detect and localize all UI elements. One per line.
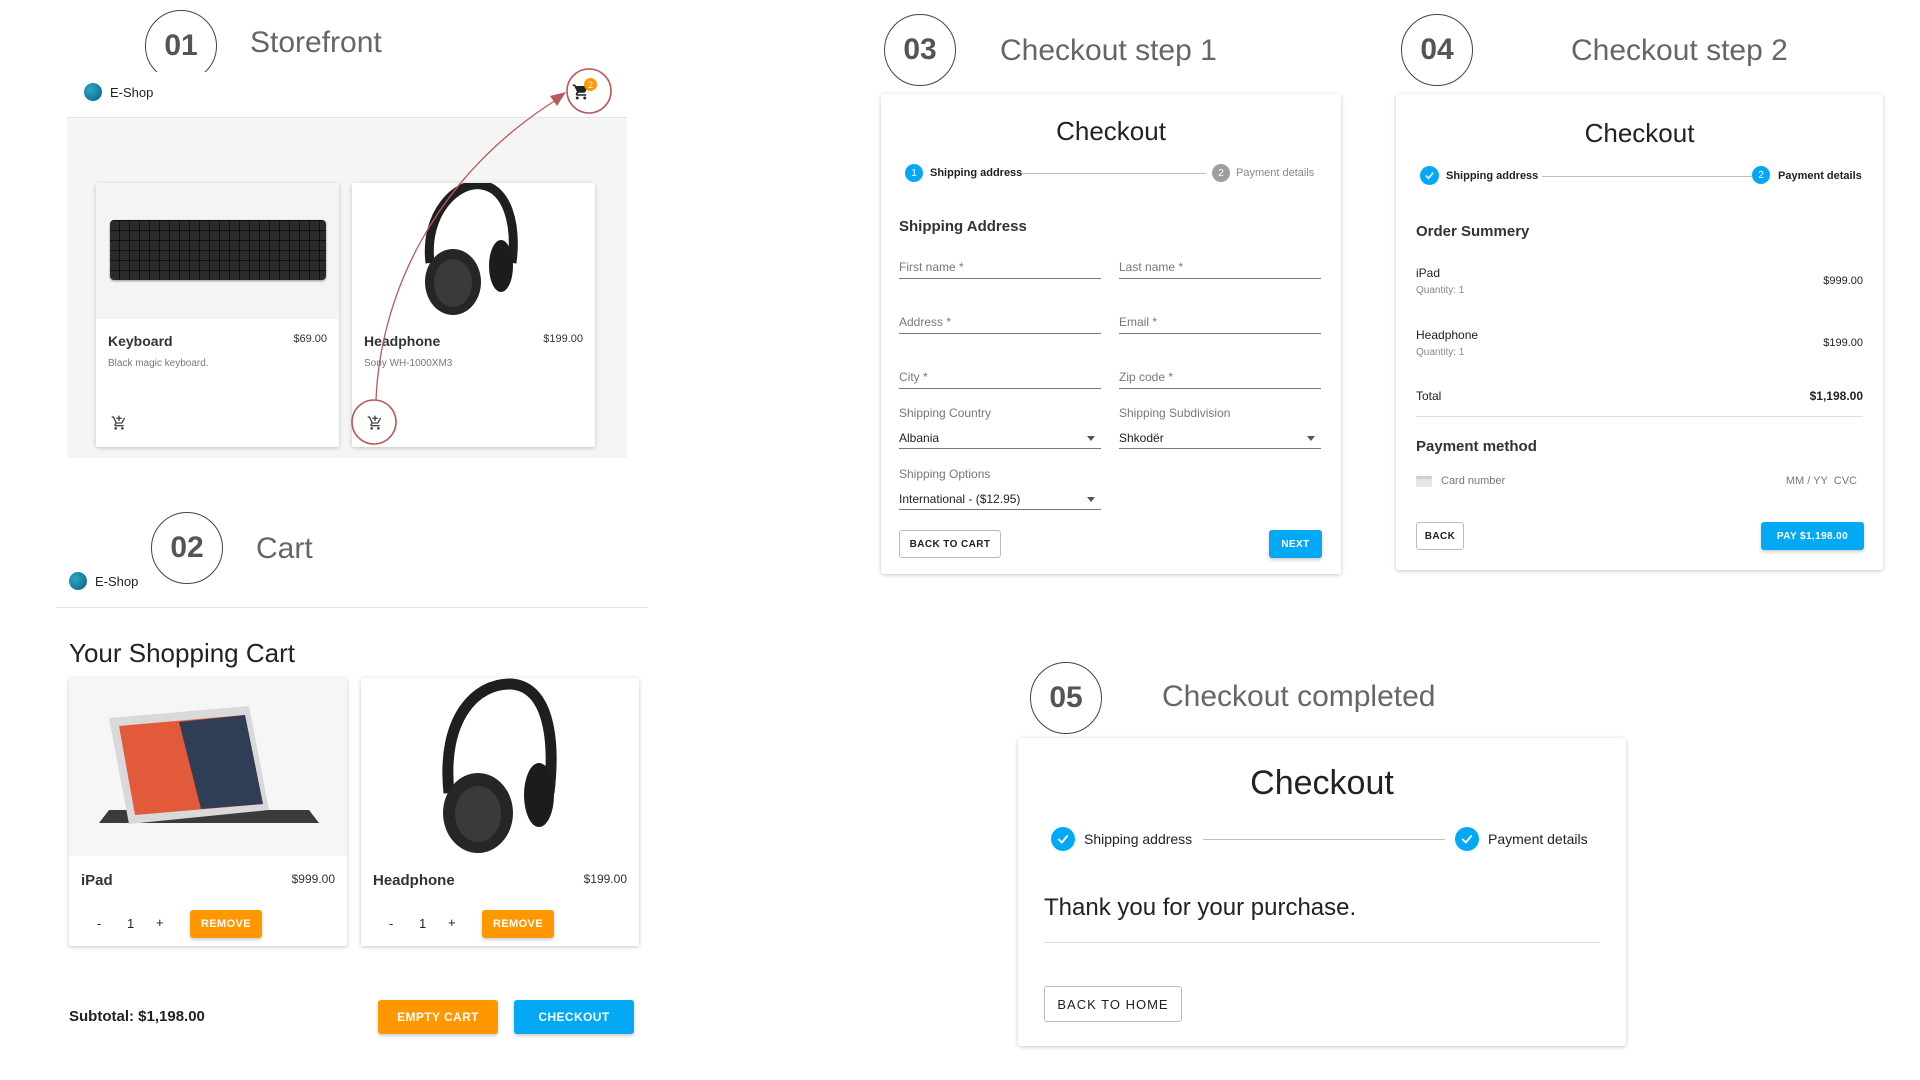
shipping-country-label: Shipping Country: [899, 406, 992, 420]
next-button[interactable]: NEXT: [1269, 530, 1322, 558]
cart-item-price: $999.00: [291, 872, 335, 886]
stepper-step-1-icon: 1: [905, 164, 923, 182]
card-number-input[interactable]: Card number: [1441, 475, 1505, 487]
shipping-country-underline: [899, 448, 1101, 449]
stepper-step-1-label: Shipping address: [1084, 831, 1193, 847]
increase-qty-button[interactable]: +: [156, 915, 164, 930]
order-item-quantity: Quantity: 1: [1416, 347, 1465, 358]
stepper-step-1-label: Shipping address: [1446, 170, 1539, 182]
first-name-underline: [899, 278, 1101, 279]
checkout-title: Checkout: [1250, 764, 1394, 802]
shipping-options-underline: [899, 509, 1101, 510]
remove-button[interactable]: REMOVE: [190, 910, 262, 938]
order-total-value: $1,198.00: [1809, 389, 1863, 403]
step-number-03: 03: [884, 14, 956, 86]
cart-item-image-headphone: [361, 678, 639, 856]
chevron-down-icon: [1087, 497, 1095, 502]
stepper-step-2-label: Payment details: [1778, 170, 1862, 182]
chevron-down-icon: [1087, 436, 1095, 441]
summary-divider: [1416, 416, 1863, 417]
payment-method-heading: Payment method: [1416, 438, 1537, 455]
step-number-05: 05: [1030, 662, 1102, 734]
stepper-step-2-icon: 2: [1752, 166, 1770, 184]
cart-item-card: Headphone $199.00 - 1 + REMOVE: [361, 678, 639, 946]
last-name-field[interactable]: Last name *: [1119, 260, 1183, 274]
order-item-name: Headphone: [1416, 328, 1479, 342]
checkout-complete-panel: Checkout Shipping address Payment detail…: [1018, 738, 1626, 1046]
pay-button[interactable]: PAY $1,198.00: [1761, 522, 1864, 550]
back-to-home-button[interactable]: BACK TO HOME: [1044, 986, 1182, 1022]
stepper-connector: [1022, 173, 1206, 174]
first-name-field[interactable]: First name *: [899, 260, 964, 274]
address-field[interactable]: Address *: [899, 315, 951, 329]
section-heading: Shipping Address: [899, 218, 1027, 235]
stepper-step-1-check-icon: [1051, 827, 1075, 851]
stepper-step-2-icon: 2: [1212, 164, 1230, 182]
order-item-price: $199.00: [1823, 337, 1863, 349]
order-item-name: iPad: [1416, 266, 1441, 280]
order-total-label: Total: [1416, 389, 1442, 403]
shipping-subdivision-label: Shipping Subdivision: [1119, 406, 1231, 420]
email-underline: [1119, 333, 1321, 334]
increase-qty-button[interactable]: +: [448, 915, 456, 930]
checkout-title: Checkout: [1056, 116, 1166, 146]
zip-code-field[interactable]: Zip code *: [1119, 370, 1173, 384]
stepper-connector: [1542, 176, 1756, 177]
shipping-options-select[interactable]: International - ($12.95): [899, 492, 1020, 506]
stepper-step-1-check-icon: [1420, 166, 1439, 185]
step-title-checkout-step-1: Checkout step 1: [1000, 34, 1217, 67]
step-title-checkout-step-2: Checkout step 2: [1571, 34, 1788, 67]
card-icon: [1416, 476, 1432, 487]
checkout-step1-panel: Checkout 1 Shipping address 2 Payment de…: [881, 94, 1341, 574]
address-underline: [899, 333, 1101, 334]
brand-name: E-Shop: [95, 573, 139, 589]
back-button[interactable]: BACK: [1416, 522, 1464, 550]
quantity-value: 1: [127, 916, 135, 931]
stepper-step-2-check-icon: [1455, 827, 1479, 851]
checkout-button[interactable]: CHECKOUT: [514, 1000, 634, 1034]
step-title-checkout-completed: Checkout completed: [1162, 680, 1436, 713]
brand-logo-icon: [69, 572, 87, 590]
step-number-04: 04: [1401, 14, 1473, 86]
quantity-value: 1: [419, 916, 427, 931]
city-field[interactable]: City *: [899, 370, 928, 384]
stepper-step-2-label: Payment details: [1236, 167, 1315, 179]
brand[interactable]: E-Shop: [69, 572, 138, 590]
email-field[interactable]: Email *: [1119, 315, 1157, 329]
annotation-arrow: [351, 68, 612, 445]
zip-code-underline: [1119, 388, 1321, 389]
subtotal: Subtotal: $1,198.00: [69, 1008, 205, 1025]
checkout-title: Checkout: [1584, 118, 1695, 148]
remove-button[interactable]: REMOVE: [482, 910, 554, 938]
stepper-step-2-label: Payment details: [1488, 831, 1588, 847]
stepper-step-1-label: Shipping address: [930, 167, 1023, 179]
cart-heading: Your Shopping Cart: [69, 638, 295, 668]
order-item-price: $999.00: [1823, 275, 1863, 287]
back-to-cart-button[interactable]: BACK TO CART: [899, 530, 1001, 558]
city-underline: [899, 388, 1101, 389]
cart-appbar: E-Shop: [56, 560, 648, 608]
cart-item-name: iPad: [81, 872, 113, 889]
checkout-step2-panel: Checkout Shipping address 2 Payment deta…: [1396, 94, 1883, 570]
decrease-qty-button[interactable]: -: [389, 916, 393, 931]
cart-item-image-ipad: [69, 678, 347, 856]
cart-item-card: iPad $999.00 - 1 + REMOVE: [69, 678, 347, 946]
empty-cart-button[interactable]: EMPTY CART: [378, 1000, 498, 1034]
shipping-options-label: Shipping Options: [899, 467, 991, 481]
thank-you-message: Thank you for your purchase.: [1044, 894, 1357, 921]
chevron-down-icon: [1307, 436, 1315, 441]
stepper-connector: [1203, 839, 1445, 840]
order-item-quantity: Quantity: 1: [1416, 285, 1465, 296]
shipping-subdivision-select[interactable]: Shkodër: [1119, 431, 1164, 445]
message-divider: [1044, 942, 1600, 943]
shipping-subdivision-underline: [1119, 448, 1321, 449]
card-expiry-cvc-input[interactable]: MM / YY CVC: [1786, 475, 1857, 487]
cart-item-name: Headphone: [373, 872, 455, 889]
last-name-underline: [1119, 278, 1321, 279]
shipping-country-select[interactable]: Albania: [899, 431, 939, 445]
cart-screen: E-Shop Your Shopping Cart iPad $999.00 -…: [56, 560, 648, 1050]
order-summary-heading: Order Summery: [1416, 223, 1530, 240]
cart-item-price: $199.00: [583, 872, 627, 886]
decrease-qty-button[interactable]: -: [97, 916, 101, 931]
